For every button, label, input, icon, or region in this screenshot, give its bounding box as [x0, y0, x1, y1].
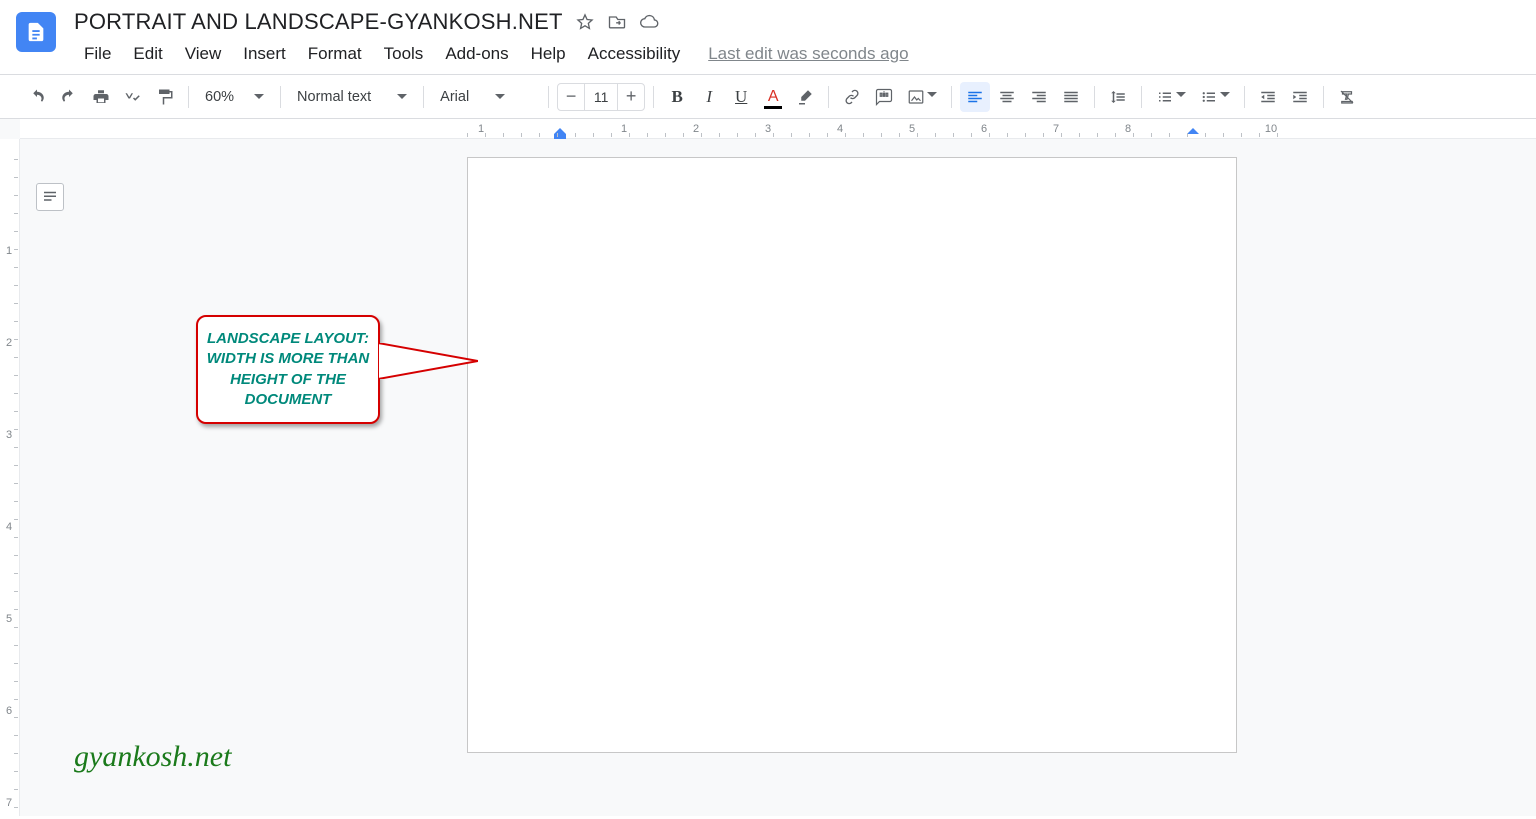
align-justify-button[interactable]: [1056, 82, 1086, 112]
document-page[interactable]: [467, 157, 1237, 753]
vertical-ruler[interactable]: 1234567: [0, 139, 20, 816]
menu-edit[interactable]: Edit: [123, 40, 172, 68]
toolbar: 60% Normal text Arial − 11 + B I U A: [0, 75, 1536, 119]
align-center-button[interactable]: [992, 82, 1022, 112]
indent-increase-button[interactable]: [1285, 82, 1315, 112]
clear-formatting-button[interactable]: [1332, 82, 1362, 112]
align-right-button[interactable]: [1024, 82, 1054, 112]
move-icon[interactable]: [607, 12, 627, 32]
line-spacing-button[interactable]: [1103, 82, 1133, 112]
font-size-decrease[interactable]: −: [558, 84, 584, 110]
paint-format-button[interactable]: [150, 82, 180, 112]
underline-button[interactable]: U: [726, 82, 756, 112]
cloud-saved-icon[interactable]: [639, 12, 659, 32]
callout-arrow-icon: [378, 343, 478, 379]
docs-logo[interactable]: [16, 12, 56, 52]
indent-decrease-button[interactable]: [1253, 82, 1283, 112]
app-header: PORTRAIT AND LANDSCAPE-GYANKOSH.NET File…: [0, 0, 1536, 75]
document-title[interactable]: PORTRAIT AND LANDSCAPE-GYANKOSH.NET: [74, 9, 563, 35]
align-left-button[interactable]: [960, 82, 990, 112]
redo-button[interactable]: [54, 82, 84, 112]
star-icon[interactable]: [575, 12, 595, 32]
bold-button[interactable]: B: [662, 82, 692, 112]
font-size-increase[interactable]: +: [618, 84, 644, 110]
text-color-button[interactable]: A: [758, 82, 788, 112]
bulleted-list-button[interactable]: [1194, 82, 1236, 112]
print-button[interactable]: [86, 82, 116, 112]
highlight-button[interactable]: [790, 82, 820, 112]
italic-button[interactable]: I: [694, 82, 724, 112]
insert-image-button[interactable]: [901, 82, 943, 112]
zoom-select[interactable]: 60%: [197, 82, 272, 112]
menu-help[interactable]: Help: [521, 40, 576, 68]
checklist-button[interactable]: [1150, 82, 1192, 112]
callout-text: LANDSCAPE LAYOUT: WIDTH IS MORE THAN HEI…: [196, 315, 380, 424]
horizontal-ruler[interactable]: 11234567810: [20, 119, 1536, 139]
paragraph-style-select[interactable]: Normal text: [289, 82, 415, 112]
menu-file[interactable]: File: [74, 40, 121, 68]
font-size-input[interactable]: 11: [584, 84, 618, 110]
insert-link-button[interactable]: [837, 82, 867, 112]
document-outline-button[interactable]: [36, 183, 64, 211]
menu-format[interactable]: Format: [298, 40, 372, 68]
menu-accessibility[interactable]: Accessibility: [578, 40, 691, 68]
font-size-group: − 11 +: [557, 83, 645, 111]
editor-canvas[interactable]: 11234567810 1234567 LANDSCAPE LAYOUT: WI…: [0, 119, 1536, 816]
annotation-callout: LANDSCAPE LAYOUT: WIDTH IS MORE THAN HEI…: [196, 315, 380, 424]
menu-addons[interactable]: Add-ons: [435, 40, 518, 68]
watermark-text: gyankosh.net: [74, 740, 231, 774]
menu-insert[interactable]: Insert: [233, 40, 296, 68]
menu-view[interactable]: View: [175, 40, 232, 68]
insert-comment-button[interactable]: [869, 82, 899, 112]
right-indent-marker[interactable]: [1186, 127, 1200, 146]
last-edit-link[interactable]: Last edit was seconds ago: [708, 40, 908, 68]
spellcheck-button[interactable]: [118, 82, 148, 112]
menu-tools[interactable]: Tools: [374, 40, 434, 68]
left-indent-marker[interactable]: [553, 127, 567, 146]
undo-button[interactable]: [22, 82, 52, 112]
menu-bar: File Edit View Insert Format Tools Add-o…: [74, 40, 1520, 68]
font-family-select[interactable]: Arial: [432, 82, 540, 112]
